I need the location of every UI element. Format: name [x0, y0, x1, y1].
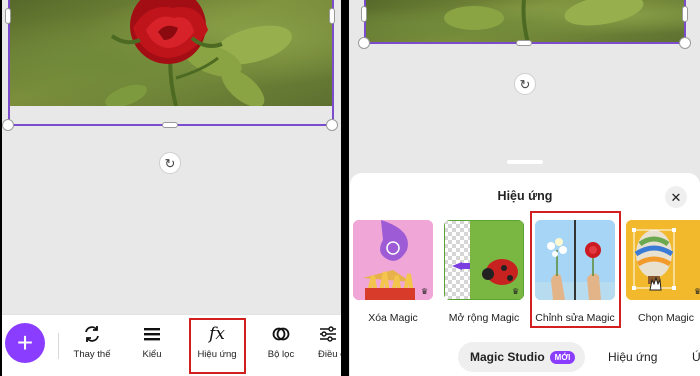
premium-crown-icon: ♛ [512, 287, 520, 296]
resize-handle-bottom[interactable] [162, 122, 178, 128]
toolbar-item-replace[interactable]: Thay thế [66, 319, 118, 371]
tab-magic-studio[interactable]: Magic Studio MỚI [458, 342, 586, 372]
filter-icon [258, 319, 304, 349]
highlight-box-effects [189, 318, 246, 374]
tab-label: Ứ [692, 350, 700, 364]
toolbar-item-label: Điều c [318, 349, 341, 360]
magic-grab-thumbnail [626, 220, 700, 300]
resize-handle-left[interactable] [5, 8, 11, 24]
effect-label: Chọn Magic [637, 312, 695, 324]
resize-handle-bottom-left[interactable] [2, 119, 14, 131]
tab-label: Magic Studio [470, 350, 545, 364]
toolbar-item-filter[interactable]: Bộ lọc [258, 319, 304, 371]
effect-label: Xóa Magic [368, 312, 418, 324]
toolbar-item-label: Thay thế [73, 349, 111, 360]
bottom-toolbar: + Thay thế Kiểu fx Hiệu ứng Bộ lọc Điều [2, 314, 341, 376]
effect-card-magic-expand[interactable]: ♛ [444, 220, 524, 300]
add-button[interactable]: + [5, 323, 45, 363]
resize-handle-left[interactable] [361, 6, 367, 22]
resize-handle-bottom-right[interactable] [679, 37, 691, 49]
toolbar-item-adjust[interactable]: Điều c [318, 319, 341, 371]
rotate-icon[interactable]: ↻ [514, 73, 536, 95]
comparison-stage: ↻ + Thay thế Kiểu fx Hiệu ứng Bộ lọc Điề… [0, 0, 700, 376]
close-icon[interactable]: ✕ [665, 186, 687, 208]
resize-handle-right[interactable] [682, 6, 688, 22]
premium-crown-icon: ♛ [694, 287, 700, 296]
right-screen: ↻ Hiệu ứng ✕ ♛ Xóa Magic ♛ Mở rộng Magic… [349, 0, 700, 376]
toolbar-item-label: Kiểu [142, 349, 162, 360]
premium-crown-icon: ♛ [421, 287, 429, 296]
resize-handle-bottom[interactable] [516, 40, 532, 46]
effect-label: Mở rộng Magic [448, 312, 520, 324]
toolbar-item-label: Bộ lọc [267, 349, 295, 360]
resize-handle-bottom-left[interactable] [358, 37, 370, 49]
tab-label: Hiệu ứng [608, 350, 658, 364]
sheet-drag-handle[interactable] [507, 160, 543, 164]
effects-bottom-sheet: Hiệu ứng ✕ ♛ Xóa Magic ♛ Mở rộng Magic C… [350, 173, 700, 376]
style-icon [130, 319, 174, 349]
sheet-title: Hiệu ứng [497, 189, 553, 203]
rose-photo[interactable] [8, 0, 334, 106]
tab-effects[interactable]: Hiệu ứng [608, 342, 657, 372]
replace-icon [66, 319, 118, 349]
resize-handle-right[interactable] [329, 8, 335, 24]
rose-photo[interactable] [364, 0, 686, 43]
effect-card-magic-eraser[interactable]: ♛ [353, 220, 433, 300]
resize-handle-bottom-right[interactable] [326, 119, 338, 131]
rotate-icon[interactable]: ↻ [159, 152, 181, 174]
rose-image [105, 0, 292, 106]
highlight-box-magic-edit [530, 211, 621, 328]
left-screen: ↻ + Thay thế Kiểu fx Hiệu ứng Bộ lọc Điề… [2, 0, 341, 376]
toolbar-item-style[interactable]: Kiểu [130, 319, 174, 371]
rose-image-crop [444, 0, 644, 43]
new-badge: MỚI [549, 350, 576, 364]
adjust-icon [318, 319, 341, 349]
effect-card-magic-grab[interactable]: ♛ [626, 220, 700, 300]
toolbar-divider [58, 333, 59, 359]
tab-more[interactable]: Ứ [692, 342, 700, 372]
